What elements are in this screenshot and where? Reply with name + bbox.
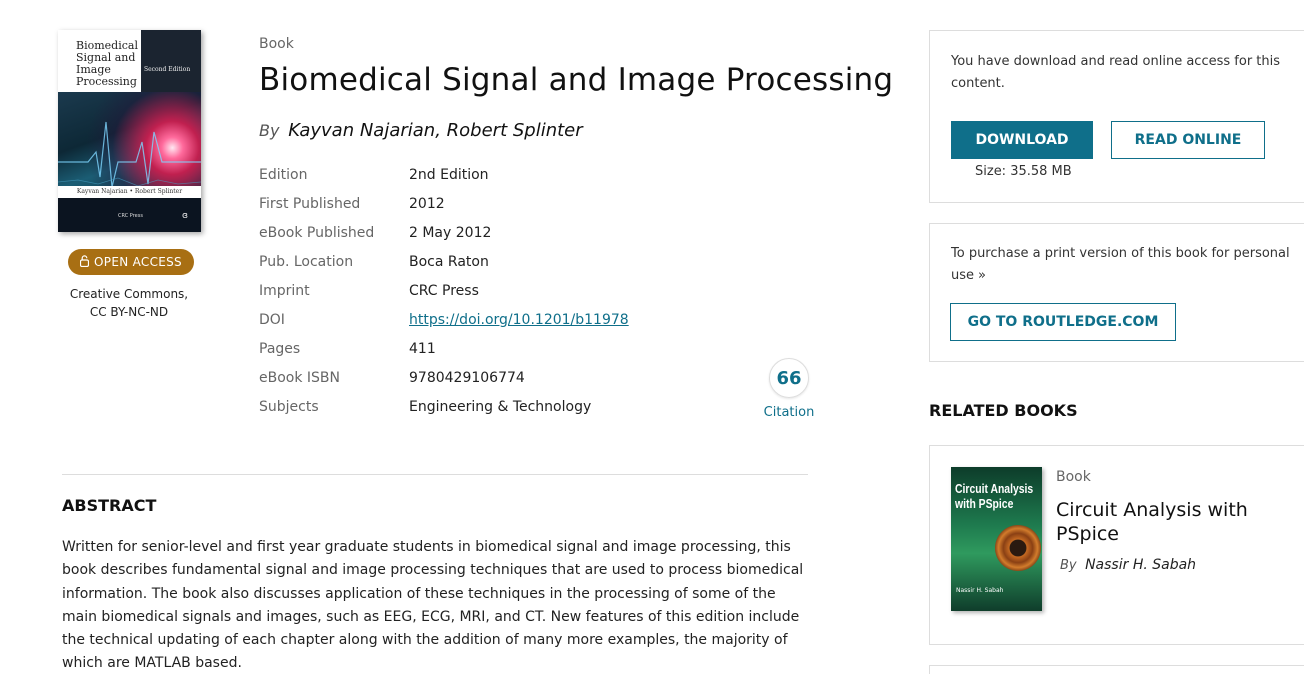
- book-cover-image: Biomedical Signal and Image Processing S…: [58, 30, 201, 232]
- by-label: By: [259, 121, 280, 140]
- meta-row-pub-location: Pub. Location Boca Raton: [259, 247, 629, 276]
- cover-title-text: Biomedical Signal and Image Processing: [76, 39, 138, 88]
- meta-label: eBook Published: [259, 224, 375, 241]
- related-cover-artwork: [995, 525, 1041, 571]
- meta-label: Pub. Location: [259, 253, 354, 270]
- by-label: By: [1060, 558, 1077, 573]
- cover-authors-text: Kayvan Najarian • Robert Splinter: [58, 186, 201, 198]
- file-size-text: Size: 35.58 MB: [975, 164, 1072, 179]
- go-to-routledge-button[interactable]: GO TO ROUTLEDGE.COM: [950, 303, 1176, 341]
- purchase-message: To purchase a print version of this book…: [951, 243, 1291, 287]
- related-books-heading: RELATED BOOKS: [929, 401, 1078, 420]
- double-chevron-right-icon: »: [978, 268, 986, 283]
- related-book-card-next[interactable]: [929, 665, 1304, 674]
- related-book-cover[interactable]: Circuit Analysis with PSpice Nassir H. S…: [951, 467, 1042, 611]
- quote-icon[interactable]: 66: [769, 358, 809, 398]
- cover-open-access-icon: ɞ: [182, 211, 188, 221]
- document-type-label: Book: [259, 36, 294, 52]
- meta-value: CRC Press: [409, 282, 479, 299]
- meta-label: Subjects: [259, 398, 319, 415]
- download-button[interactable]: DOWNLOAD: [951, 121, 1093, 159]
- meta-label: Imprint: [259, 282, 310, 299]
- open-access-badge: OPEN ACCESS: [68, 249, 194, 275]
- meta-row-pages: Pages 411: [259, 334, 629, 363]
- citation-button[interactable]: 66 Citation: [760, 358, 818, 420]
- license-info: Creative Commons, CC BY-NC-ND: [58, 285, 200, 321]
- access-panel: You have download and read online access…: [929, 30, 1304, 203]
- related-book-author[interactable]: Nassir H. Sabah: [1085, 557, 1196, 573]
- related-cover-author: Nassir H. Sabah: [956, 587, 1004, 594]
- meta-row-ebook-published: eBook Published 2 May 2012: [259, 218, 629, 247]
- meta-label: eBook ISBN: [259, 369, 340, 386]
- open-access-label: OPEN ACCESS: [94, 255, 182, 269]
- author-links[interactable]: Kayvan Najarian, Robert Splinter: [288, 120, 582, 141]
- meta-label: Edition: [259, 166, 308, 183]
- meta-value: 2 May 2012: [409, 224, 492, 241]
- cover-publisher-text: CRC Press: [118, 213, 143, 219]
- meta-row-subjects: Subjects Engineering & Technology: [259, 392, 629, 421]
- meta-label: DOI: [259, 311, 285, 328]
- meta-value: 2012: [409, 195, 445, 212]
- meta-value: 9780429106774: [409, 369, 525, 386]
- related-book-title[interactable]: Circuit Analysis with PSpice: [1056, 498, 1276, 546]
- related-book-byline: By Nassir H. Sabah: [1060, 557, 1196, 573]
- license-line-2: CC BY-NC-ND: [89, 305, 169, 319]
- access-message: You have download and read online access…: [951, 54, 1281, 91]
- citation-label[interactable]: Citation: [760, 405, 818, 420]
- lock-open-icon: [79, 254, 90, 270]
- book-metadata-table: Edition 2nd Edition First Published 2012…: [259, 160, 629, 421]
- meta-row-ebook-isbn: eBook ISBN 9780429106774: [259, 363, 629, 392]
- meta-label: Pages: [259, 340, 301, 357]
- meta-row-first-published: First Published 2012: [259, 189, 629, 218]
- purchase-panel: To purchase a print version of this book…: [929, 223, 1304, 362]
- meta-value: Boca Raton: [409, 253, 489, 270]
- read-online-button[interactable]: READ ONLINE: [1111, 121, 1265, 159]
- meta-value: 2nd Edition: [409, 166, 489, 183]
- abstract-text: Written for senior-level and first year …: [62, 539, 804, 672]
- meta-value: 411: [409, 340, 436, 357]
- abstract-heading: ABSTRACT: [62, 496, 157, 515]
- related-book-card[interactable]: Circuit Analysis with PSpice Nassir H. S…: [929, 445, 1304, 645]
- meta-row-edition: Edition 2nd Edition: [259, 160, 629, 189]
- meta-row-doi: DOI https://doi.org/10.1201/b11978: [259, 305, 629, 334]
- license-line-1: Creative Commons,: [69, 287, 189, 301]
- page-title: Biomedical Signal and Image Processing: [259, 62, 894, 98]
- related-cover-title: Circuit Analysis with PSpice: [955, 481, 1034, 511]
- meta-row-imprint: Imprint CRC Press: [259, 276, 629, 305]
- cover-edition-text: Second Edition: [144, 66, 191, 73]
- purchase-text: To purchase a print version of this book…: [951, 246, 1290, 283]
- doi-link[interactable]: https://doi.org/10.1201/b11978: [409, 312, 629, 328]
- meta-label: First Published: [259, 195, 361, 212]
- related-book-type: Book: [1056, 469, 1091, 485]
- section-divider: [62, 474, 808, 475]
- meta-value: Engineering & Technology: [409, 398, 592, 415]
- byline: By Kayvan Najarian, Robert Splinter: [259, 120, 583, 141]
